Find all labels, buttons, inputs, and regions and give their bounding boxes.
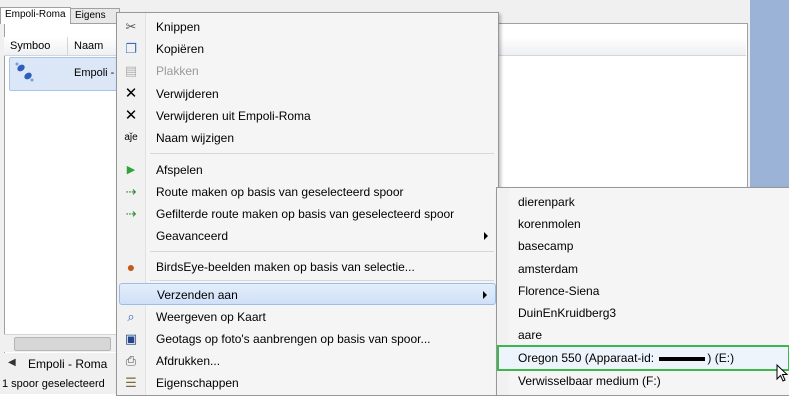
birdseye-icon: ●: [126, 259, 136, 275]
table-row[interactable]: Empoli -: [9, 57, 121, 91]
submenu-item-label: Florence-Siena: [518, 284, 600, 298]
send-to-submenu: dierenpark korenmolen basecamp amsterdam…: [496, 187, 789, 396]
menu-item-label: Afdrukken...: [156, 354, 221, 368]
menu-item-geavanceerd[interactable]: Geavanceerd: [119, 225, 496, 247]
device-label-suffix: ) (E:): [707, 351, 735, 365]
menu-item-label: Eigenschappen: [156, 376, 239, 390]
track-icon: [15, 62, 34, 82]
submenu-item-label: dierenpark: [518, 195, 575, 209]
submenu-item-label: korenmolen: [518, 217, 581, 231]
status-text: 1 spoor geselecteerd: [2, 378, 105, 390]
menu-item-label: Verwijderen: [156, 87, 219, 101]
remove-icon: ✕: [124, 107, 138, 124]
menu-separator: [150, 280, 494, 281]
menu-item-label: Verzenden aan: [157, 288, 238, 302]
redacted-device-id: [659, 356, 706, 361]
status-bar: 1 spoor geselecteerd: [0, 375, 120, 394]
tab-eigenschappen[interactable]: Eigens: [70, 8, 120, 23]
mouse-cursor-icon: [776, 364, 789, 382]
navigator-label: Empoli - Roma: [28, 357, 108, 371]
track-navigator: ◀ Empoli - Roma: [0, 353, 120, 375]
paste-icon: ▤: [124, 63, 138, 78]
submenu-arrow-icon: [483, 291, 487, 299]
menu-item-birdseye[interactable]: ● BirdsEye-beelden maken op basis van se…: [119, 256, 496, 278]
play-icon: ▶: [126, 164, 136, 176]
copy-icon: ❐: [125, 41, 137, 56]
previous-arrow-icon[interactable]: ◀: [8, 357, 16, 368]
menu-item-plakken: ▤ Plakken: [119, 60, 496, 82]
menu-item-label: BirdsEye-beelden maken op basis van sele…: [156, 260, 415, 274]
submenu-item-dierenpark[interactable]: dierenpark: [499, 191, 788, 213]
submenu-item-amsterdam[interactable]: amsterdam: [499, 258, 788, 280]
submenu-item-verwisselbaar-medium[interactable]: Verwisselbaar medium (F:): [499, 370, 788, 392]
print-icon: ⎙: [125, 353, 137, 368]
menu-item-geotags[interactable]: ▣ Geotags op foto's aanbrengen op basis …: [119, 328, 496, 350]
menu-item-label: Verwijderen uit Empoli-Roma: [156, 109, 311, 123]
menu-item-weergeven-op-kaart[interactable]: ⌕ Weergeven op Kaart: [119, 306, 496, 328]
submenu-item-label: amsterdam: [518, 262, 579, 276]
delete-icon: ✕: [124, 85, 138, 102]
menu-item-route-maken[interactable]: ⇢ Route maken op basis van geselecteerd …: [119, 181, 496, 203]
submenu-item-label: aare: [518, 328, 543, 342]
row-name: Empoli -: [74, 67, 115, 79]
tab-empoli-roma[interactable]: Empoli-Roma: [0, 7, 71, 24]
menu-item-verzenden-aan[interactable]: Verzenden aan: [119, 283, 496, 305]
submenu-item-aare[interactable]: aare: [499, 324, 788, 346]
menu-separator: [150, 153, 494, 154]
submenu-item-label: DuinEnKruidberg3: [518, 306, 617, 320]
column-symbol[interactable]: Symboo: [4, 37, 68, 55]
filtered-route-icon: ⇢: [125, 206, 137, 221]
submenu-item-duinenkruidberg3[interactable]: DuinEnKruidberg3: [499, 302, 788, 324]
scrollbar-thumb[interactable]: [14, 337, 111, 351]
submenu-item-oregon-550[interactable]: Oregon 550 (Apparaat-id: ) (E:): [497, 345, 789, 371]
menu-item-label: Plakken: [156, 64, 199, 78]
menu-item-label: Geotags op foto's aanbrengen op basis va…: [156, 332, 431, 346]
submenu-item-florence-siena[interactable]: Florence-Siena: [499, 280, 788, 302]
submenu-item-label: basecamp: [518, 239, 574, 253]
menu-item-afdrukken[interactable]: ⎙ Afdrukken...: [119, 350, 496, 372]
menu-item-label: Afspelen: [156, 163, 203, 177]
menu-separator: [150, 251, 494, 252]
menu-item-eigenschappen[interactable]: ☰ Eigenschappen: [119, 372, 496, 394]
route-icon: ⇢: [125, 184, 137, 199]
menu-item-label: Route maken op basis van geselecteerd sp…: [156, 185, 404, 199]
menu-item-kopieren[interactable]: ❐ Kopiëren: [119, 38, 496, 60]
submenu-item-label: Verwisselbaar medium (F:): [518, 374, 661, 388]
context-menu: ✂ Knippen ❐ Kopiëren ▤ Plakken ✕ Verwijd…: [116, 12, 499, 396]
menu-item-label: Naam wijzigen: [156, 131, 235, 145]
menu-item-label: Gefilterde route maken op basis van gese…: [156, 207, 455, 221]
submenu-item-label: Oregon 550 (Apparaat-id: ) (E:): [518, 351, 734, 365]
scissors-icon: ✂: [125, 19, 137, 34]
device-label-prefix: Oregon 550 (Apparaat-id:: [518, 351, 658, 365]
submenu-item-korenmolen[interactable]: korenmolen: [499, 213, 788, 235]
menu-item-afspelen[interactable]: ▶ Afspelen: [119, 159, 496, 181]
menu-item-label: Kopiëren: [156, 42, 205, 56]
map-icon: ⌕: [127, 309, 135, 324]
menu-item-gefilterde-route[interactable]: ⇢ Gefilterde route maken op basis van ge…: [119, 203, 496, 225]
submenu-item-basecamp[interactable]: basecamp: [499, 235, 788, 257]
menu-item-verwijderen-uit[interactable]: ✕ Verwijderen uit Empoli-Roma: [119, 105, 496, 127]
menu-item-label: Weergeven op Kaart: [156, 310, 266, 324]
submenu-arrow-icon: [484, 232, 488, 240]
properties-icon: ☰: [125, 375, 137, 390]
menu-item-naam-wijzigen[interactable]: aǰe Naam wijzigen: [119, 127, 496, 149]
menu-item-verwijderen[interactable]: ✕ Verwijderen: [119, 83, 496, 105]
menu-item-label: Knippen: [156, 20, 201, 34]
menu-item-knippen[interactable]: ✂ Knippen: [119, 16, 496, 38]
geotag-icon: ▣: [124, 331, 138, 346]
rename-icon: aǰe: [124, 132, 138, 143]
menu-item-label: Geavanceerd: [156, 229, 229, 243]
